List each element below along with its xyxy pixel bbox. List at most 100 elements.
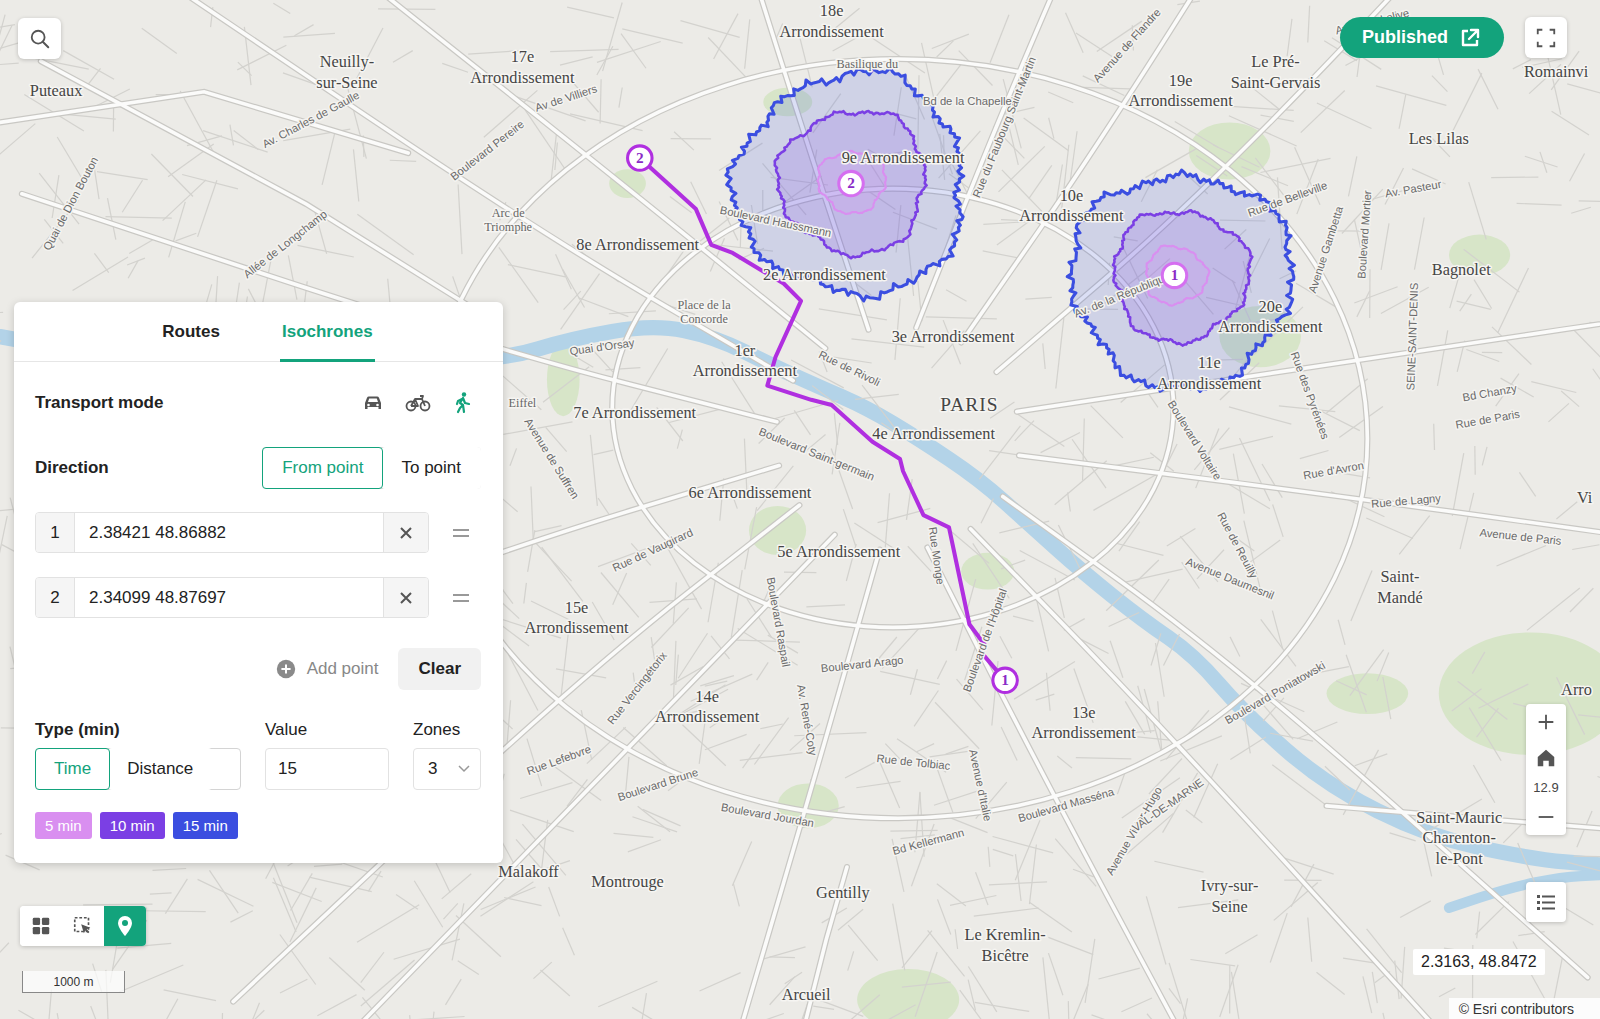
svg-text:1: 1: [1001, 671, 1009, 688]
grid-icon: [30, 915, 52, 937]
point-coordinates-input[interactable]: [75, 578, 383, 617]
zone-chip: 10 min: [100, 812, 165, 839]
place-label: 18eArrondissement: [780, 1, 885, 40]
map-tool-button[interactable]: [62, 906, 104, 946]
street-label: Av. de la République: [1072, 270, 1172, 320]
route-stop-marker[interactable]: 2: [628, 146, 652, 170]
street-label: Boulevard Brune: [616, 766, 699, 803]
transport-mode-label: Transport mode: [35, 393, 163, 413]
type-option[interactable]: Time: [35, 748, 110, 790]
isochrone-marker[interactable]: 2: [839, 171, 863, 195]
street-label: Quai de Dion Bouton: [41, 155, 101, 253]
type-option[interactable]: Distance: [108, 748, 212, 790]
map-tool-button[interactable]: [20, 906, 62, 946]
place-label: Bagnolet: [1432, 260, 1491, 279]
place-label: Malakoff: [498, 862, 559, 881]
street-label: Avenue Daumesnil: [1184, 555, 1276, 601]
cursor-coordinates: 2.3163, 48.8472: [1413, 949, 1545, 975]
place-label: 8e Arrondissement: [576, 235, 699, 254]
place-label: 13eArrondissement: [1032, 703, 1137, 742]
street-label: Rue d'Avron: [1302, 459, 1364, 481]
fullscreen-button[interactable]: [1525, 17, 1567, 58]
legend-button[interactable]: [1526, 882, 1566, 922]
place-label: 2e Arrondissement: [763, 265, 886, 284]
direction-label: Direction: [35, 458, 109, 478]
zone-chip: 15 min: [173, 812, 238, 839]
street-label: Boulevard Arago: [820, 654, 904, 675]
add-point-button[interactable]: Add point: [275, 658, 379, 680]
home-button[interactable]: [1526, 740, 1566, 776]
street-label: Boulevard Poniatowski: [1223, 659, 1327, 726]
place-label: 1erArrondissement: [693, 341, 798, 380]
walk-icon: [451, 391, 475, 415]
panel-tab[interactable]: Isochrones: [280, 302, 375, 362]
map-tool-button[interactable]: [104, 906, 146, 946]
street-label: Bd de la Chapelle: [923, 95, 1012, 107]
street-label: Boulevard Mortier: [1355, 190, 1373, 279]
place-label: 4e Arrondissement: [872, 423, 995, 442]
street-label: Rue de Paris: [1455, 408, 1521, 431]
place-label: Saint-Mandé: [1377, 567, 1422, 606]
direction-option[interactable]: To point: [381, 447, 481, 489]
place-label: 11eArrondissement: [1157, 353, 1262, 392]
map-ground: [0, 0, 1600, 1019]
place-label: Le Kremlin-Bicêtre: [965, 925, 1046, 964]
clear-button[interactable]: Clear: [398, 648, 481, 690]
external-link-icon: [1458, 26, 1482, 50]
street-label: Avenue de Suffren: [522, 416, 581, 501]
fullscreen-icon: [1535, 27, 1557, 49]
isochrone-marker[interactable]: 1: [1162, 263, 1186, 287]
search-button[interactable]: [18, 18, 61, 59]
zones-select[interactable]: 3: [413, 748, 481, 790]
home-icon: [1535, 747, 1557, 769]
drag-icon: [452, 592, 470, 604]
place-label: Arcueil: [782, 984, 831, 1003]
place-label: PARIS: [940, 394, 998, 415]
place-label: 7e Arrondissement: [573, 403, 696, 422]
street-label: Avenue Gambetta: [1306, 204, 1346, 294]
transport-mode-button[interactable]: [403, 389, 433, 417]
street-label: Boulevard Saint-germain: [757, 425, 876, 482]
attribution: © Esri contributors: [1449, 998, 1600, 1019]
type-row: Type (min)TimeDistanceValueZones3: [35, 720, 481, 790]
street-label: Avenue d'Italie: [967, 748, 994, 822]
place-label: Romainvi: [1524, 62, 1589, 81]
street-label: Rue Lefebvre: [525, 743, 592, 777]
place-label: Neuilly-sur-Seine: [316, 52, 377, 91]
value-input[interactable]: [265, 748, 389, 790]
place-label: Les Lilas: [1409, 128, 1469, 147]
point-coordinates-input[interactable]: [75, 513, 383, 552]
transport-mode-button[interactable]: [359, 389, 387, 417]
street-label: Boulevard Voltaire: [1166, 398, 1224, 482]
panel-tab[interactable]: Routes: [160, 302, 222, 362]
zoom-out-button[interactable]: [1526, 799, 1566, 835]
place-label: Eiffel: [509, 396, 537, 410]
published-button[interactable]: Published: [1340, 17, 1504, 58]
route-stop-marker[interactable]: 1: [993, 668, 1017, 692]
place-label: Ivry-sur-Seine: [1201, 876, 1259, 915]
chevron-down-icon: [458, 765, 470, 773]
street-label: Rue de Vaugirard: [611, 526, 695, 574]
place-label: Arc deTriomphe: [484, 206, 532, 234]
remove-point-button[interactable]: [383, 578, 428, 617]
drag-handle[interactable]: [441, 592, 481, 604]
zone-legend: 5 min10 min15 min: [35, 812, 481, 839]
street-label: Rue de Rivoli: [817, 348, 882, 388]
park: [961, 553, 1014, 590]
remove-point-button[interactable]: [383, 513, 428, 552]
street-label: Boulevard Jourdan: [720, 801, 815, 829]
plus-icon: [1535, 711, 1557, 733]
drag-handle[interactable]: [441, 527, 481, 539]
street-label: Av de Villiers: [534, 82, 599, 113]
place-label: Saint-MauricCharenton-le-Pont: [1416, 808, 1502, 868]
transport-mode-button[interactable]: [449, 389, 477, 417]
place-label: 6e Arrondissement: [689, 482, 812, 501]
svg-text:2: 2: [636, 149, 644, 166]
marne-river: [1449, 875, 1600, 908]
direction-row: Direction From pointTo point: [35, 446, 481, 490]
place-label: 10eArrondissement: [1019, 186, 1124, 225]
close-icon: [399, 591, 413, 605]
direction-option[interactable]: From point: [262, 447, 383, 489]
zoom-in-button[interactable]: [1526, 704, 1566, 740]
minus-icon: [1535, 806, 1557, 828]
